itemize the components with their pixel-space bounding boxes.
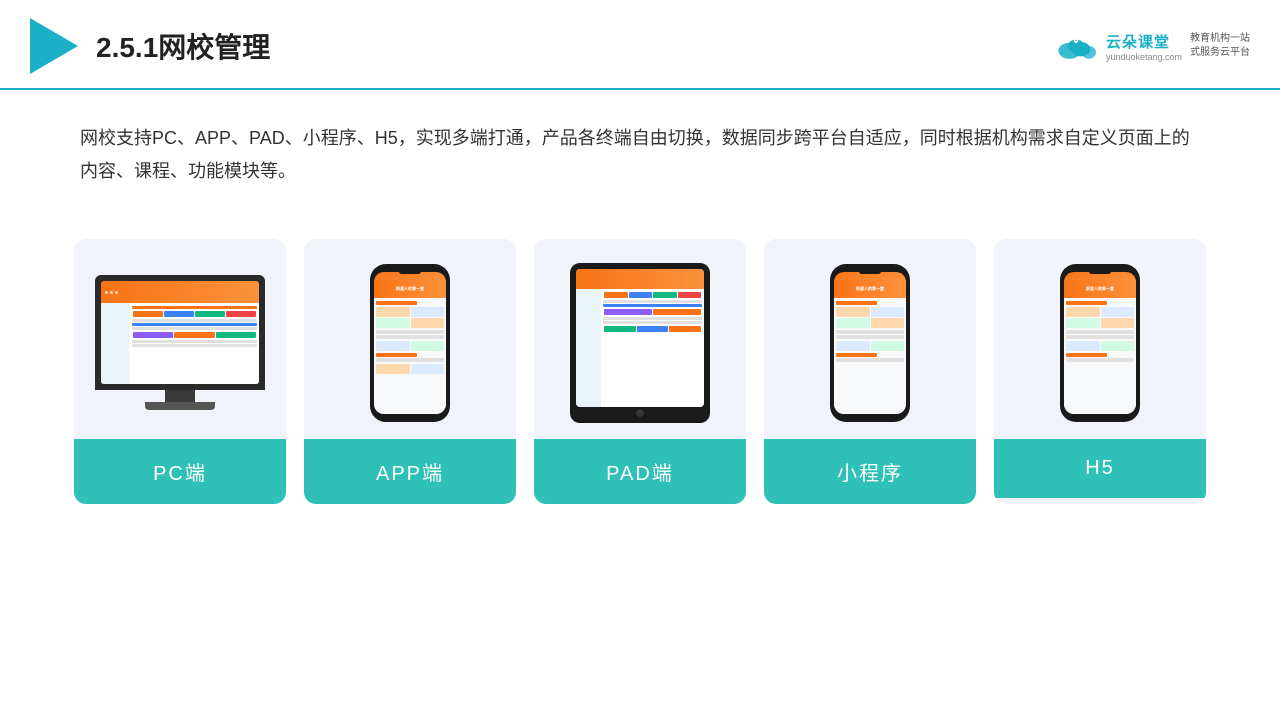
cards-section: PC端 职涯人的第一堂 <box>0 209 1280 534</box>
card-pad-image <box>534 239 746 439</box>
description-text: 网校支持PC、APP、PAD、小程序、H5，实现多端打通，产品各终端自由切换，数… <box>0 90 1280 209</box>
card-pc: PC端 <box>74 239 286 504</box>
card-app-image: 职涯人的第一堂 <box>304 239 516 439</box>
phone-app-icon: 职涯人的第一堂 <box>370 264 450 422</box>
card-h5-image: 职涯人的第一堂 <box>994 239 1206 439</box>
card-h5: 职涯人的第一堂 <box>994 239 1206 504</box>
header-left: 2.5.1网校管理 <box>30 18 270 74</box>
header: 2.5.1网校管理 云朵课堂 yunduoketang.com 教育机构一站式服… <box>0 0 1280 90</box>
brand-url: yunduoketang.com <box>1106 52 1182 62</box>
phone-h5-icon: 职涯人的第一堂 <box>1060 264 1140 422</box>
phone-mini-icon: 职涯人的第一堂 <box>830 264 910 422</box>
logo-triangle-icon <box>30 18 78 74</box>
card-pad: PAD端 <box>534 239 746 504</box>
card-pad-label: PAD端 <box>534 439 746 504</box>
brand-text: 云朵课堂 yunduoketang.com <box>1106 31 1182 62</box>
card-miniprogram-label: 小程序 <box>764 439 976 504</box>
card-miniprogram: 职涯人的第一堂 <box>764 239 976 504</box>
brand-name: 云朵课堂 <box>1106 31 1170 52</box>
card-pc-image <box>74 239 286 439</box>
card-app: 职涯人的第一堂 <box>304 239 516 504</box>
brand-logo: 云朵课堂 yunduoketang.com 教育机构一站式服务云平台 <box>1052 30 1250 62</box>
card-h5-label: H5 <box>994 439 1206 498</box>
page-title: 2.5.1网校管理 <box>96 26 270 66</box>
card-pc-label: PC端 <box>74 439 286 504</box>
card-miniprogram-image: 职涯人的第一堂 <box>764 239 976 439</box>
cloud-icon <box>1052 30 1100 62</box>
pc-monitor-icon <box>95 275 265 410</box>
card-app-label: APP端 <box>304 439 516 504</box>
tablet-pad-icon <box>570 263 710 423</box>
brand-tagline: 教育机构一站式服务云平台 <box>1190 32 1250 60</box>
